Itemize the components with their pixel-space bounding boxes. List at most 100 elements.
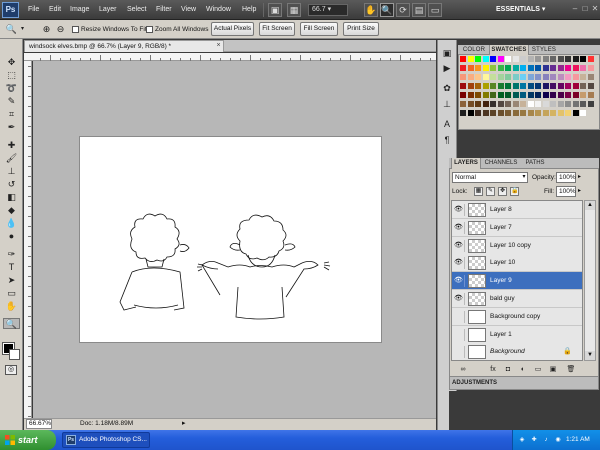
visibility-eye-icon[interactable]: 👁 [453, 239, 465, 252]
color-swatch[interactable] [587, 101, 594, 107]
scroll-down-icon[interactable]: ▼ [585, 351, 595, 360]
color-swatch[interactable] [572, 83, 579, 89]
zoom-in-icon[interactable]: ⊕ [40, 23, 53, 36]
new-group-icon[interactable]: ▭ [533, 365, 543, 374]
color-swatch[interactable] [557, 101, 564, 107]
color-swatch[interactable] [565, 92, 571, 98]
blur-tool-icon[interactable]: 💧 [3, 218, 20, 229]
color-swatch[interactable] [512, 101, 519, 107]
color-swatch[interactable] [542, 101, 549, 107]
color-swatch[interactable] [587, 74, 594, 80]
color-swatch[interactable] [520, 74, 526, 80]
layer-row[interactable]: 👁 Layer 10 copy [452, 236, 582, 255]
fit-screen-button[interactable]: Fit Screen [259, 22, 295, 36]
layer-row[interactable]: Background 🔒 [452, 343, 582, 360]
layer-row[interactable]: 👁 Layer 10 [452, 254, 582, 273]
network-icon[interactable]: ◈ [518, 436, 526, 444]
color-swatch[interactable] [505, 65, 511, 71]
chevron-down-icon[interactable]: ▾ [520, 172, 528, 183]
color-swatch[interactable] [505, 101, 511, 107]
color-swatch[interactable] [565, 56, 571, 62]
color-swatch[interactable] [520, 92, 526, 98]
color-swatch[interactable] [467, 92, 474, 98]
color-swatch[interactable] [497, 74, 504, 80]
path-selection-tool-icon[interactable]: ➤ [3, 275, 20, 286]
color-swatch[interactable] [542, 83, 549, 89]
screen-mode-icon[interactable]: ▭ [428, 3, 442, 17]
layers-scrollbar[interactable] [584, 200, 596, 361]
volume-icon[interactable]: ♪ [542, 436, 550, 444]
layer-thumbnail[interactable] [468, 203, 486, 217]
color-swatch[interactable] [550, 83, 556, 89]
color-swatch[interactable] [580, 92, 586, 98]
lock-transparency-icon[interactable]: ▦ [474, 187, 483, 196]
tab-color[interactable]: COLOR [460, 45, 488, 55]
lock-all-icon[interactable]: 🔒 [510, 187, 519, 196]
eyedropper-tool-icon[interactable]: ✒ [3, 122, 20, 133]
color-swatch[interactable] [482, 101, 489, 107]
quick-mask-icon[interactable]: ◎ [5, 365, 17, 375]
color-swatch[interactable] [497, 83, 504, 89]
color-swatch[interactable] [550, 92, 556, 98]
layer-row[interactable]: Background copy [452, 307, 582, 326]
color-swatch[interactable] [505, 74, 511, 80]
crop-tool-icon[interactable]: ⌗ [3, 109, 20, 120]
color-swatch[interactable] [467, 83, 474, 89]
visibility-eye-icon[interactable] [453, 346, 465, 359]
tab-channels[interactable]: CHANNELS [482, 158, 520, 169]
fill-screen-button[interactable]: Fill Screen [300, 22, 338, 36]
tab-swatches[interactable]: SWATCHES [489, 45, 529, 55]
document-close-icon[interactable]: × [214, 41, 223, 50]
color-swatch[interactable] [587, 110, 594, 116]
color-swatch[interactable] [497, 65, 504, 71]
scroll-up-icon[interactable]: ▲ [585, 201, 595, 210]
color-swatch[interactable] [475, 74, 481, 80]
workspace-switcher[interactable]: ESSENTIALS ▾ [496, 4, 560, 16]
color-swatch[interactable] [572, 101, 579, 107]
color-swatch[interactable] [587, 65, 594, 71]
color-swatch[interactable] [467, 65, 474, 71]
color-swatch[interactable] [527, 101, 534, 107]
color-swatch[interactable] [535, 92, 541, 98]
color-swatch[interactable] [557, 110, 564, 116]
color-swatch[interactable] [497, 92, 504, 98]
character-panel-icon[interactable]: A [440, 118, 454, 131]
color-swatch[interactable] [512, 74, 519, 80]
color-swatch[interactable] [542, 74, 549, 80]
color-swatch[interactable] [587, 56, 594, 62]
clone-source-panel-icon[interactable]: ⊥ [440, 98, 454, 111]
color-swatch[interactable] [497, 110, 504, 116]
zoom-tool-selected-icon[interactable]: 🔍 [3, 318, 20, 329]
view-extras-icon[interactable]: ▦ [287, 3, 301, 17]
adjustment-layer-icon[interactable]: ◐ [518, 365, 528, 374]
color-swatch[interactable] [497, 101, 504, 107]
paint-bucket-tool-icon[interactable]: ◆ [3, 205, 20, 216]
color-swatch[interactable] [572, 92, 579, 98]
document-tab[interactable]: windsock elves.bmp @ 66.7% (Layer 9, RGB… [24, 40, 224, 52]
minimize-icon[interactable]: – [570, 4, 580, 14]
menu-help[interactable]: Help [242, 0, 256, 20]
zoom-level-dropdown[interactable]: 66.7 ▾ [308, 4, 348, 16]
blend-mode-select[interactable]: Normal [452, 172, 528, 183]
color-swatch[interactable] [520, 101, 526, 107]
color-swatch[interactable] [497, 56, 504, 62]
color-swatch[interactable] [475, 65, 481, 71]
color-swatch[interactable] [580, 56, 586, 62]
color-swatch[interactable] [535, 65, 541, 71]
color-swatch[interactable] [475, 110, 481, 116]
color-swatch[interactable] [557, 92, 564, 98]
color-swatch[interactable] [557, 65, 564, 71]
color-swatch[interactable] [467, 110, 474, 116]
color-swatch[interactable] [482, 83, 489, 89]
color-swatch[interactable] [535, 110, 541, 116]
visibility-eye-icon[interactable]: 👁 [453, 204, 465, 216]
color-swatch[interactable] [535, 56, 541, 62]
color-swatch[interactable] [512, 65, 519, 71]
layer-name[interactable]: Layer 7 [490, 219, 512, 237]
color-swatch[interactable] [475, 56, 481, 62]
color-swatch[interactable] [505, 110, 511, 116]
color-swatch[interactable] [527, 83, 534, 89]
color-swatch[interactable] [520, 110, 526, 116]
color-swatch[interactable] [535, 74, 541, 80]
color-swatch[interactable] [460, 74, 466, 80]
